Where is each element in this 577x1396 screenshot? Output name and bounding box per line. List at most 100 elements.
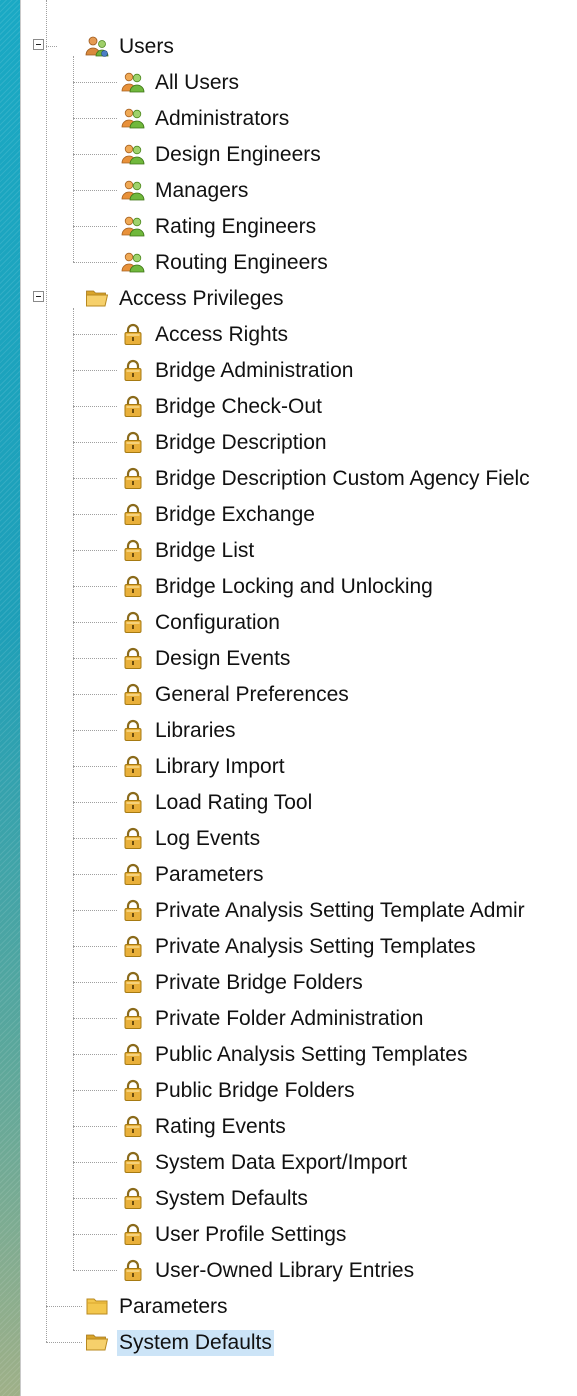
tree-connector: [73, 118, 117, 119]
folder-open-icon: [85, 1330, 109, 1354]
tree-item-label: Access Rights: [155, 323, 289, 346]
tree-item[interactable]: System Data Export/Import: [21, 1146, 577, 1180]
tree-item[interactable]: Bridge Check-Out: [21, 390, 577, 424]
tree-node-parameters[interactable]: Parameters: [21, 1290, 577, 1324]
tree-item-label: Library Import: [155, 755, 285, 778]
tree-item[interactable]: Public Analysis Setting Templates: [21, 1038, 577, 1072]
tree-item[interactable]: Administrators: [21, 102, 577, 136]
tree-connector: [73, 370, 117, 371]
tree-item-label: Public Analysis Setting Templates: [155, 1043, 468, 1066]
tree-item-label: Bridge Description Custom Agency Fielc: [155, 467, 530, 490]
tree-item[interactable]: Bridge Administration: [21, 354, 577, 388]
top-strip: [21, 0, 577, 12]
tree-item-label: All Users: [155, 71, 240, 94]
tree-connector: [73, 514, 117, 515]
tree-item[interactable]: Bridge Exchange: [21, 498, 577, 532]
collapse-toggle-icon[interactable]: [33, 39, 44, 50]
tree-item-label: General Preferences: [155, 683, 349, 706]
tree-item-label: Design Events: [155, 647, 291, 670]
tree-item[interactable]: Load Rating Tool: [21, 786, 577, 820]
tree-connector: [46, 1342, 82, 1343]
lock-icon: [121, 682, 145, 706]
lock-icon: [121, 610, 145, 634]
tree-item-label: Parameters: [119, 1295, 228, 1318]
tree-item[interactable]: Private Folder Administration: [21, 1002, 577, 1036]
tree-connector: [73, 226, 117, 227]
tree-item[interactable]: All Users: [21, 66, 577, 100]
tree-item[interactable]: User Profile Settings: [21, 1218, 577, 1252]
tree-item[interactable]: Bridge Description: [21, 426, 577, 460]
tree-item[interactable]: Log Events: [21, 822, 577, 856]
tree-item[interactable]: General Preferences: [21, 678, 577, 712]
tree-item[interactable]: Libraries: [21, 714, 577, 748]
lock-icon: [121, 322, 145, 346]
tree-connector: [73, 550, 117, 551]
tree-item[interactable]: Private Analysis Setting Templates: [21, 930, 577, 964]
tree-item-label: Parameters: [155, 863, 264, 886]
tree-item[interactable]: Design Events: [21, 642, 577, 676]
lock-icon: [121, 358, 145, 382]
lock-icon: [121, 970, 145, 994]
tree-connector: [73, 730, 117, 731]
tree-item[interactable]: Parameters: [21, 858, 577, 892]
tree-item-label: User-Owned Library Entries: [155, 1259, 415, 1282]
tree-node-users[interactable]: Users: [21, 30, 577, 64]
tree-item[interactable]: Private Analysis Setting Template Admir: [21, 894, 577, 928]
tree-item[interactable]: Routing Engineers: [21, 246, 577, 280]
tree-item-label: Public Bridge Folders: [155, 1079, 355, 1102]
lock-icon: [121, 1006, 145, 1030]
tree-node-access-privileges[interactable]: Access Privileges: [21, 282, 577, 316]
tree-item-label: Configuration: [155, 611, 280, 634]
folder-open-icon: [85, 286, 109, 310]
tree-connector: [73, 874, 117, 875]
tree-item[interactable]: User-Owned Library Entries: [21, 1254, 577, 1288]
tree-connector: [73, 622, 117, 623]
tree-connector: [73, 1162, 117, 1163]
lock-icon: [121, 790, 145, 814]
tree-item[interactable]: Access Rights: [21, 318, 577, 352]
lock-icon: [121, 466, 145, 490]
tree-item-label: Managers: [155, 179, 249, 202]
tree-item-label: System Defaults: [155, 1187, 308, 1210]
tree-connector: [73, 1234, 117, 1235]
collapse-toggle-icon[interactable]: [33, 291, 44, 302]
tree-item-label: Bridge Administration: [155, 359, 354, 382]
tree-connector: [73, 1018, 117, 1019]
tree-connector: [73, 946, 117, 947]
tree-item-label: Rating Events: [155, 1115, 286, 1138]
tree-item[interactable]: System Defaults: [21, 1182, 577, 1216]
tree-item[interactable]: Bridge Description Custom Agency Fielc: [21, 462, 577, 496]
tree-connector: [46, 1306, 82, 1307]
lock-icon: [121, 1078, 145, 1102]
tree-node-system-defaults[interactable]: System Defaults: [21, 1326, 577, 1360]
tree-item[interactable]: Rating Events: [21, 1110, 577, 1144]
tree-item[interactable]: Managers: [21, 174, 577, 208]
users-icon: [121, 178, 145, 202]
tree-connector: [73, 982, 117, 983]
lock-icon: [121, 394, 145, 418]
tree-item-label: Private Bridge Folders: [155, 971, 363, 994]
tree-connector: [73, 334, 117, 335]
lock-icon: [121, 754, 145, 778]
tree-item-label: Administrators: [155, 107, 290, 130]
folder-icon: [85, 1294, 109, 1318]
lock-icon: [121, 1042, 145, 1066]
lock-icon: [121, 898, 145, 922]
lock-icon: [121, 1186, 145, 1210]
users-group-icon: [85, 34, 109, 58]
tree-item[interactable]: Library Import: [21, 750, 577, 784]
tree-item[interactable]: Design Engineers: [21, 138, 577, 172]
tree-item[interactable]: Configuration: [21, 606, 577, 640]
tree-item-label: Private Analysis Setting Templates: [155, 935, 476, 958]
lock-icon: [121, 934, 145, 958]
tree-item[interactable]: Bridge List: [21, 534, 577, 568]
tree-item[interactable]: Private Bridge Folders: [21, 966, 577, 1000]
tree-connector: [73, 190, 117, 191]
tree-connector: [73, 1198, 117, 1199]
tree-item-label: User Profile Settings: [155, 1223, 347, 1246]
tree-item[interactable]: Public Bridge Folders: [21, 1074, 577, 1108]
tree-item-label: Access Privileges: [119, 287, 284, 310]
tree-item[interactable]: Bridge Locking and Unlocking: [21, 570, 577, 604]
tree-item[interactable]: Rating Engineers: [21, 210, 577, 244]
users-icon: [121, 214, 145, 238]
